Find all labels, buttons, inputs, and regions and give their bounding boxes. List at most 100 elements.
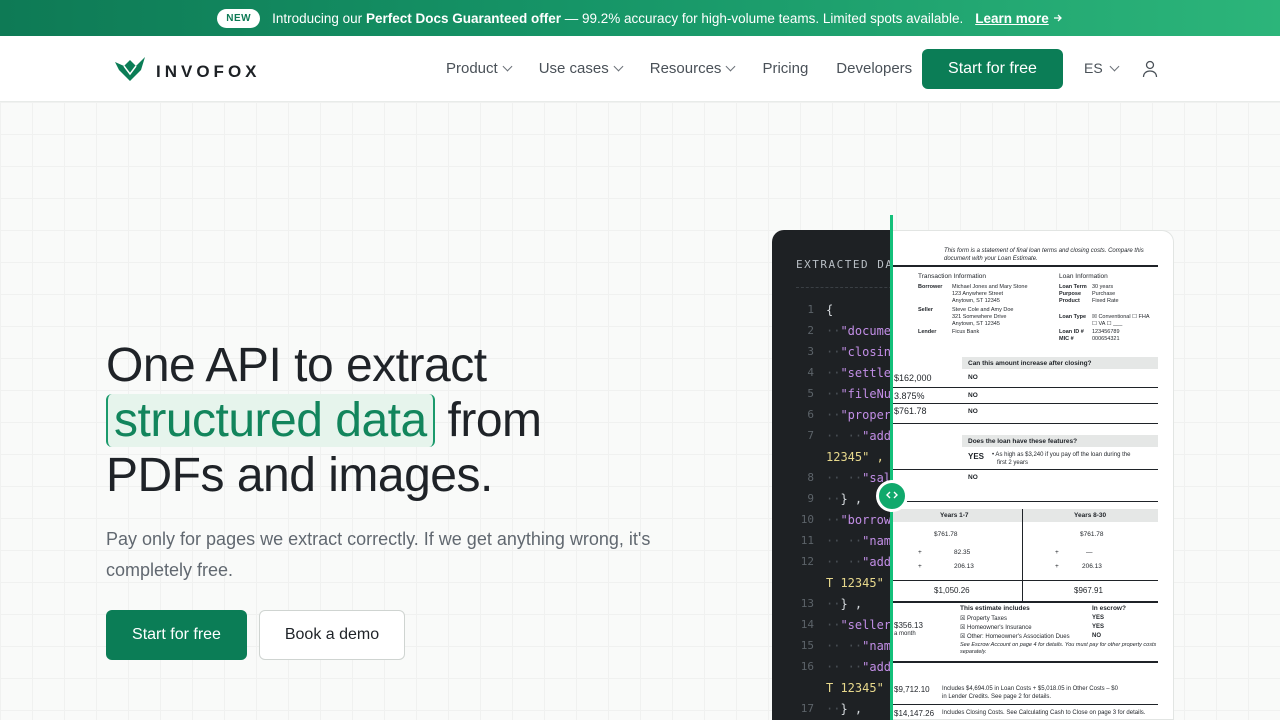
doc-borrower-line: 123 Anywhere Street: [952, 291, 1004, 297]
doc-transaction-info: Transaction Information: [918, 273, 987, 280]
nav-label: Pricing: [762, 60, 809, 77]
doc-total: $1,050.26: [934, 586, 970, 595]
doc-mic-label: MIC #: [1059, 336, 1074, 342]
doc-question-increase: Can this amount increase after closing?: [968, 360, 1092, 367]
doc-no: NO: [968, 392, 978, 399]
hero-title-from: from: [447, 394, 543, 447]
doc-feature-text: • As high as $3,240 if you pay off the l…: [992, 452, 1131, 458]
doc-loan-term: 30 years: [1092, 284, 1114, 290]
hero-title-highlight: structured data: [106, 394, 435, 447]
announcement-offer: Perfect Docs Guaranteed offer: [365, 10, 561, 26]
arrow-right-icon: [1053, 11, 1063, 26]
nav-item-resources[interactable]: Resources: [650, 60, 736, 77]
code-text: ··} ,: [826, 492, 863, 506]
announcement-bar: NEW Introducing our Perfect Docs Guarant…: [0, 0, 1280, 36]
doc-column-divider: [1022, 509, 1023, 602]
code-line: T 12345": [772, 576, 902, 597]
doc-feature-text-2: first 2 years: [997, 460, 1029, 466]
top-nav: INVOFOX Product Use cases Resources Pric…: [0, 36, 1280, 102]
code-line: 7 ·· ··"addr: [772, 429, 902, 450]
nav-item-use-cases[interactable]: Use cases: [539, 60, 624, 77]
code-line: T 12345": [772, 681, 902, 702]
code-line: 10 ··"borrow: [772, 513, 902, 534]
code-text: ·· ··"addr: [826, 555, 899, 569]
chevron-down-icon: [613, 61, 624, 72]
doc-a-month: a month: [894, 631, 916, 637]
nav-item-developers[interactable]: Developers: [836, 60, 912, 77]
doc-borrower-line: Michael Jones and Mary Stone: [952, 284, 1028, 290]
doc-purpose: Purchase: [1092, 291, 1116, 297]
doc-in-escrow: In escrow?: [1092, 605, 1126, 612]
nav-start-free-button[interactable]: Start for free: [922, 49, 1063, 89]
doc-property-taxes-value: YES: [1092, 615, 1105, 621]
doc-amount: $162,000: [894, 373, 932, 383]
code-text: T 12345": [826, 576, 884, 590]
code-line: 13 ··} ,: [772, 597, 902, 618]
nav-item-product[interactable]: Product: [446, 60, 513, 77]
doc-plus: +: [1055, 549, 1059, 556]
doc-other-hoa-value: NO: [1092, 633, 1101, 639]
doc-question-features: Does the loan have these features?: [968, 438, 1078, 445]
doc-loan-term-label: Loan Term: [1059, 284, 1087, 290]
code-text: ··"fileNu: [826, 387, 892, 401]
line-number: 4: [807, 366, 814, 379]
doc-product-label: Product: [1059, 298, 1080, 304]
code-text: ·· ··"addr: [826, 429, 899, 443]
doc-plus: +: [918, 563, 922, 570]
nav-label: Developers: [836, 60, 913, 77]
nav-links: Product Use cases Resources Pricing Deve…: [446, 60, 940, 77]
doc-table-header-band: [892, 509, 1158, 522]
hero-title-line3: PDFs and images.: [106, 449, 493, 502]
doc-rule: [892, 387, 1158, 388]
code-line: 1{: [772, 303, 902, 324]
line-number: 14: [800, 618, 814, 631]
code-header-divider: [796, 287, 902, 288]
doc-seller-line: Steve Cole and Amy Doe: [952, 307, 1014, 313]
doc-mic: 000654321: [1092, 336, 1120, 342]
doc-cash-text: Includes Closing Costs. See Calculating …: [942, 710, 1146, 716]
doc-property-taxes: ☒ Property Taxes: [960, 616, 1007, 622]
chevron-down-icon: [1109, 61, 1120, 71]
code-text: ··"closin: [826, 345, 892, 359]
doc-escrow-amount: $356.13: [894, 621, 923, 630]
line-number: 3: [807, 345, 814, 358]
doc-loan-type-label: Loan Type: [1059, 314, 1087, 320]
start-free-button[interactable]: Start for free: [106, 610, 247, 660]
code-line: 2 ··"docume: [772, 324, 902, 345]
code-line: 16 ·· ··"addr: [772, 660, 902, 681]
code-text: ··"seller: [826, 618, 892, 632]
doc-rule: [892, 704, 1158, 705]
line-number: 12: [800, 555, 814, 568]
doc-closing-text-2: in Lender Credits. See page 2 for detail…: [942, 694, 1052, 700]
line-number: 11: [800, 534, 814, 547]
line-number: 13: [800, 597, 814, 610]
language-selector[interactable]: ES: [1084, 60, 1120, 76]
new-badge: NEW: [217, 8, 261, 28]
doc-closing-amount: $9,712.10: [894, 685, 930, 694]
doc-pay-value: $761.78: [934, 531, 958, 538]
code-line: 15 ·· ··"name: [772, 639, 902, 660]
doc-intro: This form is a statement of final loan t…: [944, 248, 1144, 262]
book-demo-button[interactable]: Book a demo: [259, 610, 405, 660]
doc-borrower-label: Borrower: [918, 284, 943, 290]
doc-lender: Ficus Bank: [952, 329, 980, 335]
brand-name: INVOFOX: [156, 61, 261, 81]
doc-purpose-label: Purpose: [1059, 291, 1082, 297]
doc-loan-id: 123456789: [1092, 329, 1120, 335]
doc-plus: +: [918, 549, 922, 556]
doc-years-8-30: Years 8-30: [1074, 512, 1107, 519]
code-line: 11 ·· ··"name: [772, 534, 902, 555]
code-text: ··"proper: [826, 408, 892, 422]
extracted-data-panel: EXTRACTED DATA 1{2 ··"docume 3 ··"closin 4…: [772, 230, 902, 720]
doc-pay-value: $761.78: [1080, 531, 1104, 538]
code-text: ·· ··"name: [826, 639, 899, 653]
code-text: ··} ,: [826, 702, 863, 716]
code-text: ··"borrow: [826, 513, 892, 527]
logo[interactable]: INVOFOX: [114, 56, 261, 87]
code-text: {: [826, 303, 834, 317]
learn-more-link[interactable]: Learn more: [975, 11, 1063, 26]
nav-item-pricing[interactable]: Pricing: [762, 60, 808, 77]
doc-pay-value: 206.13: [954, 563, 974, 570]
user-icon[interactable]: [1142, 60, 1158, 83]
compare-slider-handle[interactable]: [876, 480, 908, 512]
